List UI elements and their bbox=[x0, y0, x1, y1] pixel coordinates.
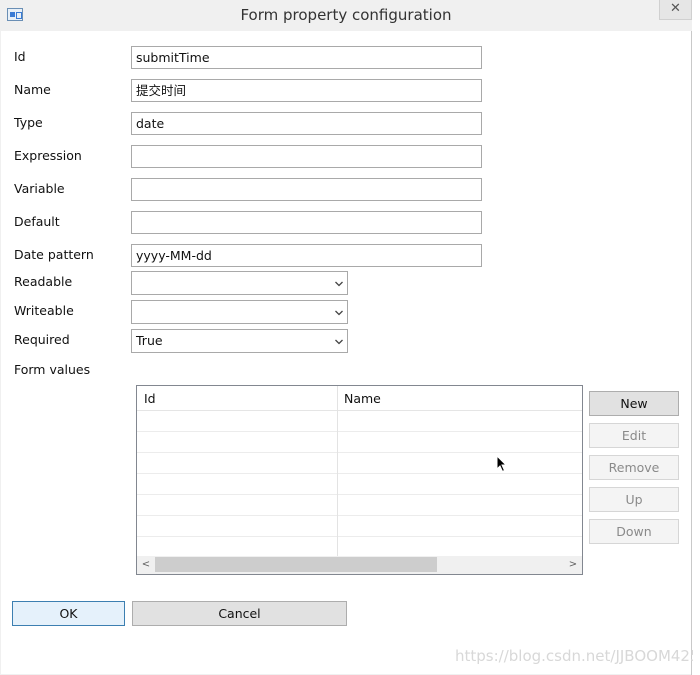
column-header-id[interactable]: Id bbox=[144, 391, 156, 406]
column-header-name[interactable]: Name bbox=[344, 391, 381, 406]
title-bar[interactable]: Form property configuration ✕ bbox=[0, 0, 692, 31]
scroll-left-icon[interactable]: < bbox=[138, 558, 154, 572]
form-values-table[interactable]: Id Name < > bbox=[136, 385, 583, 575]
table-row[interactable] bbox=[137, 516, 582, 537]
close-button[interactable]: ✕ bbox=[659, 0, 692, 20]
watermark: https://blog.csdn.net/JJBOOM425 bbox=[455, 647, 700, 665]
table-row[interactable] bbox=[137, 495, 582, 516]
column-divider bbox=[337, 386, 338, 556]
name-label: Name bbox=[14, 82, 51, 97]
table-row[interactable] bbox=[137, 474, 582, 495]
expression-field[interactable] bbox=[131, 145, 482, 168]
table-row[interactable] bbox=[137, 411, 582, 432]
ok-button[interactable]: OK bbox=[12, 601, 125, 626]
required-value: True bbox=[136, 333, 163, 348]
date-pattern-label: Date pattern bbox=[14, 247, 94, 262]
form-values-label: Form values bbox=[14, 362, 91, 377]
type-label: Type bbox=[14, 115, 43, 130]
expression-label: Expression bbox=[14, 148, 82, 163]
chevron-down-icon bbox=[335, 281, 343, 287]
window-title: Form property configuration bbox=[240, 6, 452, 24]
cancel-button[interactable]: Cancel bbox=[132, 601, 347, 626]
readable-select[interactable] bbox=[131, 271, 348, 295]
table-header: Id Name bbox=[137, 386, 582, 411]
id-label: Id bbox=[14, 49, 26, 64]
close-icon: ✕ bbox=[670, 1, 681, 16]
table-row[interactable] bbox=[137, 453, 582, 474]
dialog-window: Form property configuration ✕ Id submitT… bbox=[0, 0, 700, 675]
required-label: Required bbox=[14, 332, 70, 347]
writeable-label: Writeable bbox=[14, 303, 74, 318]
horizontal-scrollbar[interactable]: < > bbox=[137, 556, 582, 574]
edit-button[interactable]: Edit bbox=[589, 423, 679, 448]
up-button[interactable]: Up bbox=[589, 487, 679, 512]
chevron-down-icon bbox=[335, 339, 343, 345]
default-field[interactable] bbox=[131, 211, 482, 234]
chevron-down-icon bbox=[335, 310, 343, 316]
default-label: Default bbox=[14, 214, 60, 229]
name-field[interactable]: 提交时间 bbox=[131, 79, 482, 102]
new-button[interactable]: New bbox=[589, 391, 679, 416]
type-field[interactable]: date bbox=[131, 112, 482, 135]
variable-field[interactable] bbox=[131, 178, 482, 201]
scroll-right-icon[interactable]: > bbox=[565, 558, 581, 572]
scrollbar-thumb[interactable] bbox=[155, 557, 437, 572]
dialog-body: Id submitTime Name 提交时间 Type date Expres… bbox=[1, 31, 691, 674]
down-button[interactable]: Down bbox=[589, 519, 679, 544]
id-field[interactable]: submitTime bbox=[131, 46, 482, 69]
readable-label: Readable bbox=[14, 274, 73, 289]
background-window-edge bbox=[693, 0, 700, 675]
date-pattern-field[interactable]: yyyy-MM-dd bbox=[131, 244, 482, 267]
remove-button[interactable]: Remove bbox=[589, 455, 679, 480]
mouse-pointer-icon bbox=[496, 455, 508, 473]
required-select[interactable]: True bbox=[131, 329, 348, 353]
writeable-select[interactable] bbox=[131, 300, 348, 324]
variable-label: Variable bbox=[14, 181, 65, 196]
table-row[interactable] bbox=[137, 432, 582, 453]
